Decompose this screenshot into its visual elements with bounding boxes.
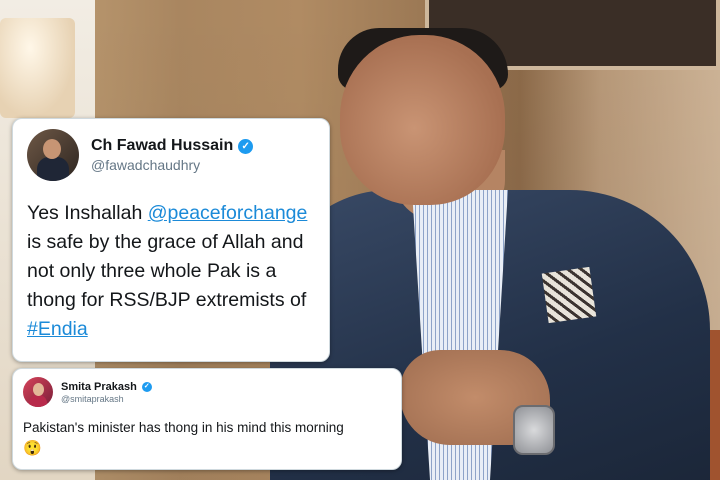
avatar[interactable] xyxy=(23,377,53,407)
handle[interactable]: @fawadchaudhry xyxy=(91,157,253,173)
hashtag-link[interactable]: #Endia xyxy=(27,318,88,340)
head xyxy=(340,35,505,205)
verified-badge-icon: ✓ xyxy=(141,381,152,392)
tweet-text-part1: Yes Inshallah xyxy=(27,202,148,224)
verified-badge-icon: ✓ xyxy=(238,138,254,154)
pocket-square xyxy=(541,266,597,324)
display-name[interactable]: Smita Prakash xyxy=(61,381,137,393)
astonished-face-icon: 😲 xyxy=(23,440,42,457)
name-row: Ch Fawad Hussain ✓ xyxy=(91,137,254,155)
mention-link[interactable]: @peaceforchange xyxy=(148,202,308,224)
avatar-face xyxy=(43,139,61,159)
tweet-card-main[interactable]: Ch Fawad Hussain ✓ @fawadchaudhry Yes In… xyxy=(12,118,330,362)
lamp xyxy=(0,18,75,118)
tweet-text: Pakistan's minister has thong in his min… xyxy=(23,420,344,435)
display-name[interactable]: Ch Fawad Hussain xyxy=(91,137,233,155)
tweet-card-second[interactable]: Smita Prakash ✓ @smitaprakash Pakistan's… xyxy=(12,368,402,470)
tweet-header: Ch Fawad Hussain ✓ @fawadchaudhry xyxy=(27,129,315,181)
author-names: Smita Prakash ✓ @smitaprakash xyxy=(61,381,152,404)
author-names: Ch Fawad Hussain ✓ @fawadchaudhry xyxy=(91,137,254,173)
avatar-body xyxy=(29,395,47,407)
tweet-text: Yes Inshallah @peaceforchange is safe by… xyxy=(27,199,315,344)
tweet-header: Smita Prakash ✓ @smitaprakash xyxy=(23,377,391,407)
avatar-body xyxy=(37,157,69,181)
avatar-face xyxy=(33,383,44,396)
handle[interactable]: @smitaprakash xyxy=(61,394,152,404)
avatar[interactable] xyxy=(27,129,79,181)
tweet-text-part2: is safe by the grace of Allah and not on… xyxy=(27,231,307,311)
wristwatch xyxy=(513,405,555,455)
name-row: Smita Prakash ✓ xyxy=(61,381,152,393)
